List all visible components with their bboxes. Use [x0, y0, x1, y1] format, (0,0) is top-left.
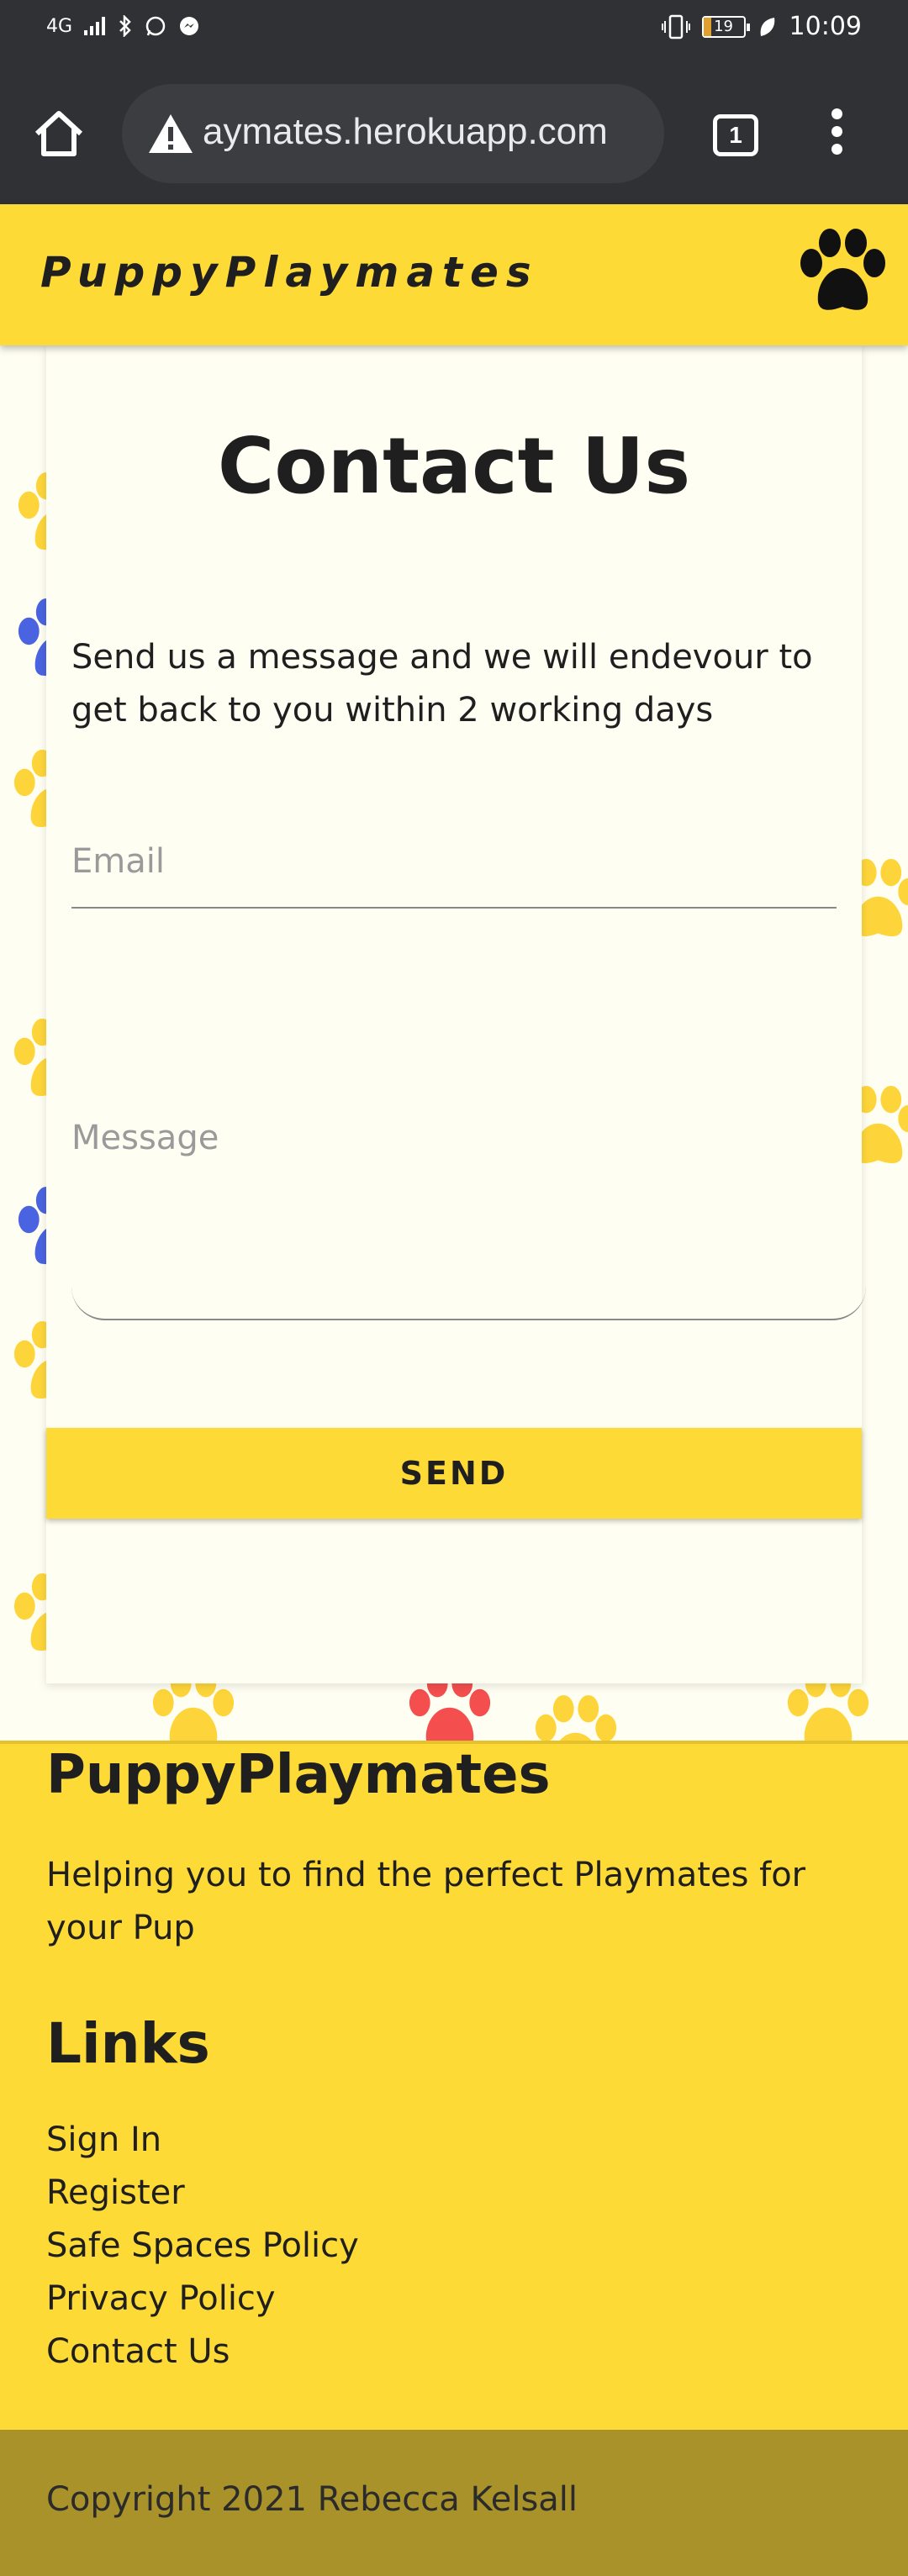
tab-switcher-button[interactable]: 1	[713, 114, 758, 156]
privacy-policy-link[interactable]: Privacy Policy	[46, 2279, 276, 2318]
paw-logo-icon[interactable]	[794, 228, 891, 316]
battery-percent: 19	[714, 17, 733, 35]
battery-indicator: 19	[701, 15, 750, 38]
url-text[interactable]: aymates.herokuapp.com	[203, 111, 608, 153]
home-icon[interactable]	[32, 108, 86, 159]
bluetooth-icon	[119, 15, 131, 37]
register-link[interactable]: Register	[46, 2173, 185, 2212]
contact-us-link[interactable]: Contact Us	[46, 2332, 230, 2371]
footer-links-heading: Links	[46, 2011, 210, 2076]
footer-links-list: Sign In Register Safe Spaces Policy Priv…	[46, 2114, 359, 2378]
messenger-icon	[180, 17, 199, 35]
site-brand[interactable]: PuppyPlaymates	[40, 248, 539, 297]
footer-link-item: Privacy Policy	[46, 2273, 359, 2326]
status-left: 4G	[46, 15, 200, 37]
address-bar[interactable]: aymates.herokuapp.com	[122, 84, 664, 183]
footer-link-item: Contact Us	[46, 2326, 359, 2378]
paw-icon	[535, 1694, 617, 1741]
vibrate-icon	[661, 14, 690, 39]
site-header: PuppyPlaymates	[0, 204, 908, 345]
whatsapp-icon	[145, 16, 166, 36]
footer-link-item: Safe Spaces Policy	[46, 2220, 359, 2273]
page-title: Contact Us	[217, 421, 691, 511]
signal-icon	[84, 17, 106, 35]
footer-tagline: Helping you to find the perfect Playmate…	[46, 1856, 806, 1947]
footer-link-item: Sign In	[46, 2114, 359, 2167]
network-indicator: 4G	[46, 15, 73, 37]
status-bar: 4G 19 10:09	[0, 0, 908, 63]
battery-level-fill	[703, 17, 711, 36]
email-field[interactable]	[71, 816, 837, 909]
power-saving-icon	[760, 17, 774, 36]
clock: 10:09	[789, 12, 862, 41]
safe-spaces-policy-link[interactable]: Safe Spaces Policy	[46, 2226, 359, 2265]
footer-brand: PuppyPlaymates	[46, 1744, 551, 1806]
browser-toolbar: aymates.herokuapp.com 1	[0, 63, 908, 204]
send-button[interactable]: SEND	[46, 1428, 862, 1519]
message-field[interactable]	[71, 1085, 866, 1320]
copyright-bar: Copyright 2021 Rebecca Kelsall	[0, 2430, 908, 2576]
overflow-menu-icon[interactable]	[824, 108, 849, 159]
copyright-text: Copyright 2021 Rebecca Kelsall	[46, 2480, 578, 2519]
warning-icon[interactable]	[147, 113, 194, 155]
site-footer: PuppyPlaymates Helping you to find the p…	[0, 1741, 908, 2430]
sign-in-link[interactable]: Sign In	[46, 2120, 161, 2159]
status-right: 19 10:09	[661, 12, 862, 41]
contact-card: Contact Us Send us a message and we will…	[46, 345, 866, 1683]
footer-link-item: Register	[46, 2167, 359, 2220]
contact-intro-text: Send us a message and we will endevour t…	[71, 638, 813, 730]
